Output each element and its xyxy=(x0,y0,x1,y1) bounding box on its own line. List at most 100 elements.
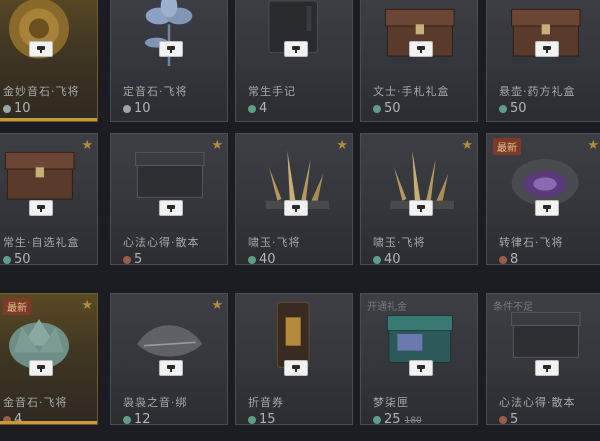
item-name: 折音券 xyxy=(248,396,284,409)
item-price-value: 8 xyxy=(510,252,519,265)
item-price-value: 50 xyxy=(510,101,527,116)
item-name: 心法心得·散本 xyxy=(499,396,576,409)
jade-currency-icon xyxy=(248,104,256,113)
favorite-star-icon: ★ xyxy=(336,138,348,153)
shop-item-card[interactable]: ★ 心法心得·散本 5 xyxy=(110,133,228,265)
item-name: 金妙音石·飞将 xyxy=(3,85,80,98)
item-name: 文士·手札礼盒 xyxy=(373,85,450,98)
favorite-star-icon: ★ xyxy=(81,298,93,313)
item-name: 啸玉·飞将 xyxy=(373,236,426,249)
item-price: 5 xyxy=(499,412,519,425)
item-label-badge: 开通礼金 xyxy=(367,302,407,313)
item-price: 8 xyxy=(499,252,519,265)
jade-currency-icon xyxy=(373,255,381,264)
item-price: 50 xyxy=(3,252,31,265)
copper-currency-icon xyxy=(123,255,131,264)
jade-currency-icon xyxy=(123,415,131,424)
favorite-star-icon: ★ xyxy=(211,298,223,313)
shop-item-card[interactable]: ★ 最新金音石·飞将 4 xyxy=(0,293,98,425)
item-info-tag-icon[interactable] xyxy=(159,200,183,216)
item-name: 定音石·飞将 xyxy=(123,85,188,98)
shop-item-card[interactable]: 开通礼金梦柒匣 25 180 xyxy=(360,293,478,425)
item-price: 12 xyxy=(123,412,151,425)
item-price: 40 xyxy=(373,252,401,265)
item-info-tag-icon[interactable] xyxy=(535,360,559,376)
item-name: 常生手记 xyxy=(248,85,296,98)
item-info-tag-icon[interactable] xyxy=(29,200,53,216)
item-price: 40 xyxy=(248,252,276,265)
item-price: 50 xyxy=(373,101,401,116)
item-price: 50 xyxy=(499,101,527,116)
item-info-tag-icon[interactable] xyxy=(159,41,183,57)
favorite-star-icon: ★ xyxy=(461,138,473,153)
pearl-currency-icon xyxy=(3,104,11,113)
item-price: 5 xyxy=(123,252,143,265)
item-price-value: 50 xyxy=(384,101,401,116)
favorite-star-icon: ★ xyxy=(587,138,599,153)
item-price-value: 40 xyxy=(384,252,401,265)
item-info-tag-icon[interactable] xyxy=(159,360,183,376)
item-info-tag-icon[interactable] xyxy=(535,41,559,57)
shop-item-card[interactable]: ★ 啸玉·飞将 40 xyxy=(235,133,353,265)
item-info-tag-icon[interactable] xyxy=(29,360,53,376)
item-price: 10 xyxy=(123,101,151,116)
shop-item-grid: 金妙音石·飞将 10 定音石·飞将 10 常生手记 4 文士·手札礼盒 50 悬壶·药方礼盒 50… xyxy=(0,0,600,441)
item-price-value: 15 xyxy=(259,412,276,425)
item-price-value: 50 xyxy=(14,252,31,265)
item-name: 转律石·飞将 xyxy=(499,236,564,249)
item-price-value: 4 xyxy=(14,412,23,425)
shop-item-card[interactable]: ★ 袅袅之音·绑 12 xyxy=(110,293,228,425)
crystal-item-image xyxy=(390,150,454,209)
item-original-price: 180 xyxy=(404,416,422,425)
item-name: 常生·自选礼盒 xyxy=(3,236,80,249)
crystal-item-image xyxy=(265,150,329,209)
shop-item-card[interactable]: 常生手记 4 xyxy=(235,0,353,122)
shop-item-card[interactable]: 文士·手札礼盒 50 xyxy=(360,0,478,122)
item-price-value: 40 xyxy=(259,252,276,265)
item-price: 15 xyxy=(248,412,276,425)
item-name: 啸玉·飞将 xyxy=(248,236,301,249)
jade-currency-icon xyxy=(3,255,11,264)
shop-item-card[interactable]: ★ 常生·自选礼盒 50 xyxy=(0,133,98,265)
item-info-tag-icon[interactable] xyxy=(284,41,308,57)
copper-currency-icon xyxy=(499,415,507,424)
item-info-tag-icon[interactable] xyxy=(409,360,433,376)
item-name: 梦柒匣 xyxy=(373,396,409,409)
item-name: 金音石·飞将 xyxy=(3,396,68,409)
item-label-badge: 条件不足 xyxy=(493,302,533,313)
item-info-tag-icon[interactable] xyxy=(284,200,308,216)
jade-currency-icon xyxy=(499,104,507,113)
shop-item-card[interactable]: 定音石·飞将 10 xyxy=(110,0,228,122)
item-label-badge: 最新 xyxy=(493,138,521,155)
pearl-currency-icon xyxy=(123,104,131,113)
shop-item-card[interactable]: ★ 啸玉·飞将 40 xyxy=(360,133,478,265)
item-label-badge: 最新 xyxy=(3,298,31,315)
item-price-value: 4 xyxy=(259,101,268,116)
item-price: 25 180 xyxy=(373,412,422,425)
jade-currency-icon xyxy=(373,415,381,424)
item-price-value: 5 xyxy=(510,412,519,425)
item-price-value: 5 xyxy=(134,252,143,265)
silk-wrap-item-image xyxy=(137,325,203,357)
item-name: 袅袅之音·绑 xyxy=(123,396,188,409)
dark-box-item-image xyxy=(135,151,205,198)
jade-currency-icon xyxy=(373,104,381,113)
item-info-tag-icon[interactable] xyxy=(409,41,433,57)
favorite-star-icon: ★ xyxy=(211,138,223,153)
item-info-tag-icon[interactable] xyxy=(409,200,433,216)
shop-item-card[interactable]: 折音券 15 xyxy=(235,293,353,425)
item-price: 4 xyxy=(248,101,267,116)
item-info-tag-icon[interactable] xyxy=(535,200,559,216)
item-price: 10 xyxy=(3,101,31,116)
shop-item-card[interactable]: 金妙音石·飞将 10 xyxy=(0,0,98,122)
item-price-value: 10 xyxy=(14,101,31,116)
item-name: 心法心得·散本 xyxy=(123,236,200,249)
item-price-value: 12 xyxy=(134,412,151,425)
item-info-tag-icon[interactable] xyxy=(29,41,53,57)
item-info-tag-icon[interactable] xyxy=(284,360,308,376)
shop-item-card[interactable]: 条件不足心法心得·散本 5 xyxy=(486,293,600,425)
shop-item-card[interactable]: 悬壶·药方礼盒 50 xyxy=(486,0,600,122)
shop-item-card[interactable]: ★ 最新转律石·飞将 8 xyxy=(486,133,600,265)
item-price-value: 25 xyxy=(384,412,401,425)
favorite-star-icon: ★ xyxy=(81,138,93,153)
